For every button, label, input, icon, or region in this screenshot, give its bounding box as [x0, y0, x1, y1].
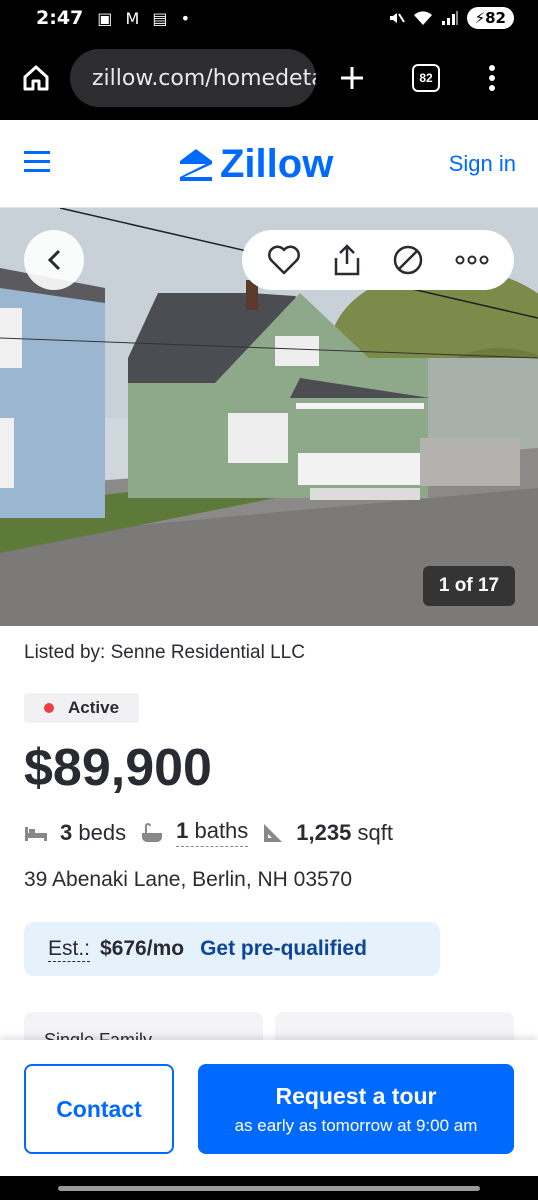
est-label[interactable]: Est.: — [48, 937, 91, 962]
est-value: $676/mo — [100, 937, 185, 960]
get-prequalified-link[interactable]: Get pre-qualified — [200, 937, 367, 961]
status-right-group: ⚡82 — [387, 7, 514, 29]
hide-button[interactable] — [392, 244, 424, 276]
hamburger-menu-icon — [24, 151, 50, 172]
sign-in-link[interactable]: Sign in — [449, 151, 516, 177]
more-vertical-icon — [489, 65, 495, 91]
sqft-value: 1,235 — [296, 819, 352, 845]
notification-icons: ▣ M ▤ • — [97, 8, 194, 28]
chevron-left-icon — [47, 249, 61, 271]
baths-value: 1 — [176, 818, 189, 843]
baths-fact[interactable]: 1 baths — [140, 818, 249, 847]
status-label: Active — [68, 698, 120, 717]
browser-menu-button[interactable] — [470, 56, 514, 100]
more-horizontal-icon — [455, 255, 489, 265]
mute-icon — [389, 13, 405, 23]
logo-text: Zillow — [220, 142, 334, 186]
more-options-button[interactable] — [455, 255, 489, 265]
home-facts: 3 beds 1 baths 1,235 sqft — [24, 818, 407, 847]
baths-label: baths — [194, 818, 249, 843]
new-tab-plus-icon — [341, 67, 363, 89]
share-icon — [334, 244, 359, 276]
zillow-logo[interactable]: Zillow — [178, 142, 333, 187]
browser-toolbar: zillow.com/homedetails 82 — [0, 36, 538, 120]
save-button[interactable] — [267, 245, 301, 275]
tour-subtitle: as early as tomorrow at 9:00 am — [234, 1115, 478, 1135]
new-tab-button[interactable] — [330, 56, 374, 100]
fact-card-year — [275, 1012, 514, 1042]
zillow-z-icon — [180, 148, 212, 181]
listing-photo[interactable]: 1 of 17 — [0, 208, 538, 626]
listed-by: Listed by: Senne Residential LLC — [24, 642, 305, 663]
bathtub-icon — [142, 822, 163, 842]
beds-fact: 3 beds — [24, 820, 126, 846]
tab-switcher-button[interactable]: 82 — [404, 56, 448, 100]
tab-switcher-icon: 82 — [412, 64, 440, 92]
wifi-icon — [413, 11, 432, 25]
beds-value: 3 — [60, 819, 73, 845]
beds-label: beds — [78, 819, 127, 845]
request-tour-button[interactable]: Request a tour as early as tomorrow at 9… — [198, 1064, 514, 1154]
heart-icon — [268, 245, 301, 275]
battery-indicator: ⚡82 — [466, 7, 514, 29]
clock: 2:47 — [36, 7, 84, 29]
url-text: zillow.com/homedetails — [92, 65, 316, 91]
sqft-fact: 1,235 sqft — [262, 820, 393, 846]
system-status-bar: 2:47 ▣ M ▤ • ⚡82 — [0, 0, 538, 36]
home-icon — [23, 65, 49, 91]
listing-price: $89,900 — [24, 739, 212, 797]
system-nav-bar — [0, 1176, 538, 1200]
status-badge: Active — [24, 693, 140, 723]
share-button[interactable] — [332, 244, 362, 276]
photo-counter: 1 of 17 — [423, 566, 515, 606]
address-bar[interactable]: zillow.com/homedetails — [70, 49, 316, 107]
fact-cards: Single Family — [24, 1012, 514, 1042]
menu-button[interactable] — [22, 149, 52, 178]
site-header: Zillow Sign in — [0, 120, 538, 208]
hide-icon — [394, 245, 423, 275]
gesture-handle[interactable] — [58, 1186, 480, 1191]
bed-icon — [25, 826, 47, 841]
active-dot-icon — [44, 703, 54, 713]
photo-actions — [242, 230, 514, 290]
ruler-icon — [264, 823, 283, 842]
home-button[interactable] — [14, 56, 58, 100]
sqft-label: sqft — [357, 819, 393, 845]
estimated-payment: Est.: $676/mo Get pre-qualified — [24, 922, 440, 976]
back-button[interactable] — [24, 230, 84, 290]
tour-title: Request a tour — [275, 1082, 437, 1109]
fact-card-home-type: Single Family — [24, 1012, 263, 1042]
signal-icon — [441, 11, 458, 25]
listing-address: 39 Abenaki Lane, Berlin, NH 03570 — [24, 868, 353, 891]
contact-button[interactable]: Contact — [24, 1064, 174, 1154]
cta-bar: Contact Request a tour as early as tomor… — [0, 1040, 538, 1176]
